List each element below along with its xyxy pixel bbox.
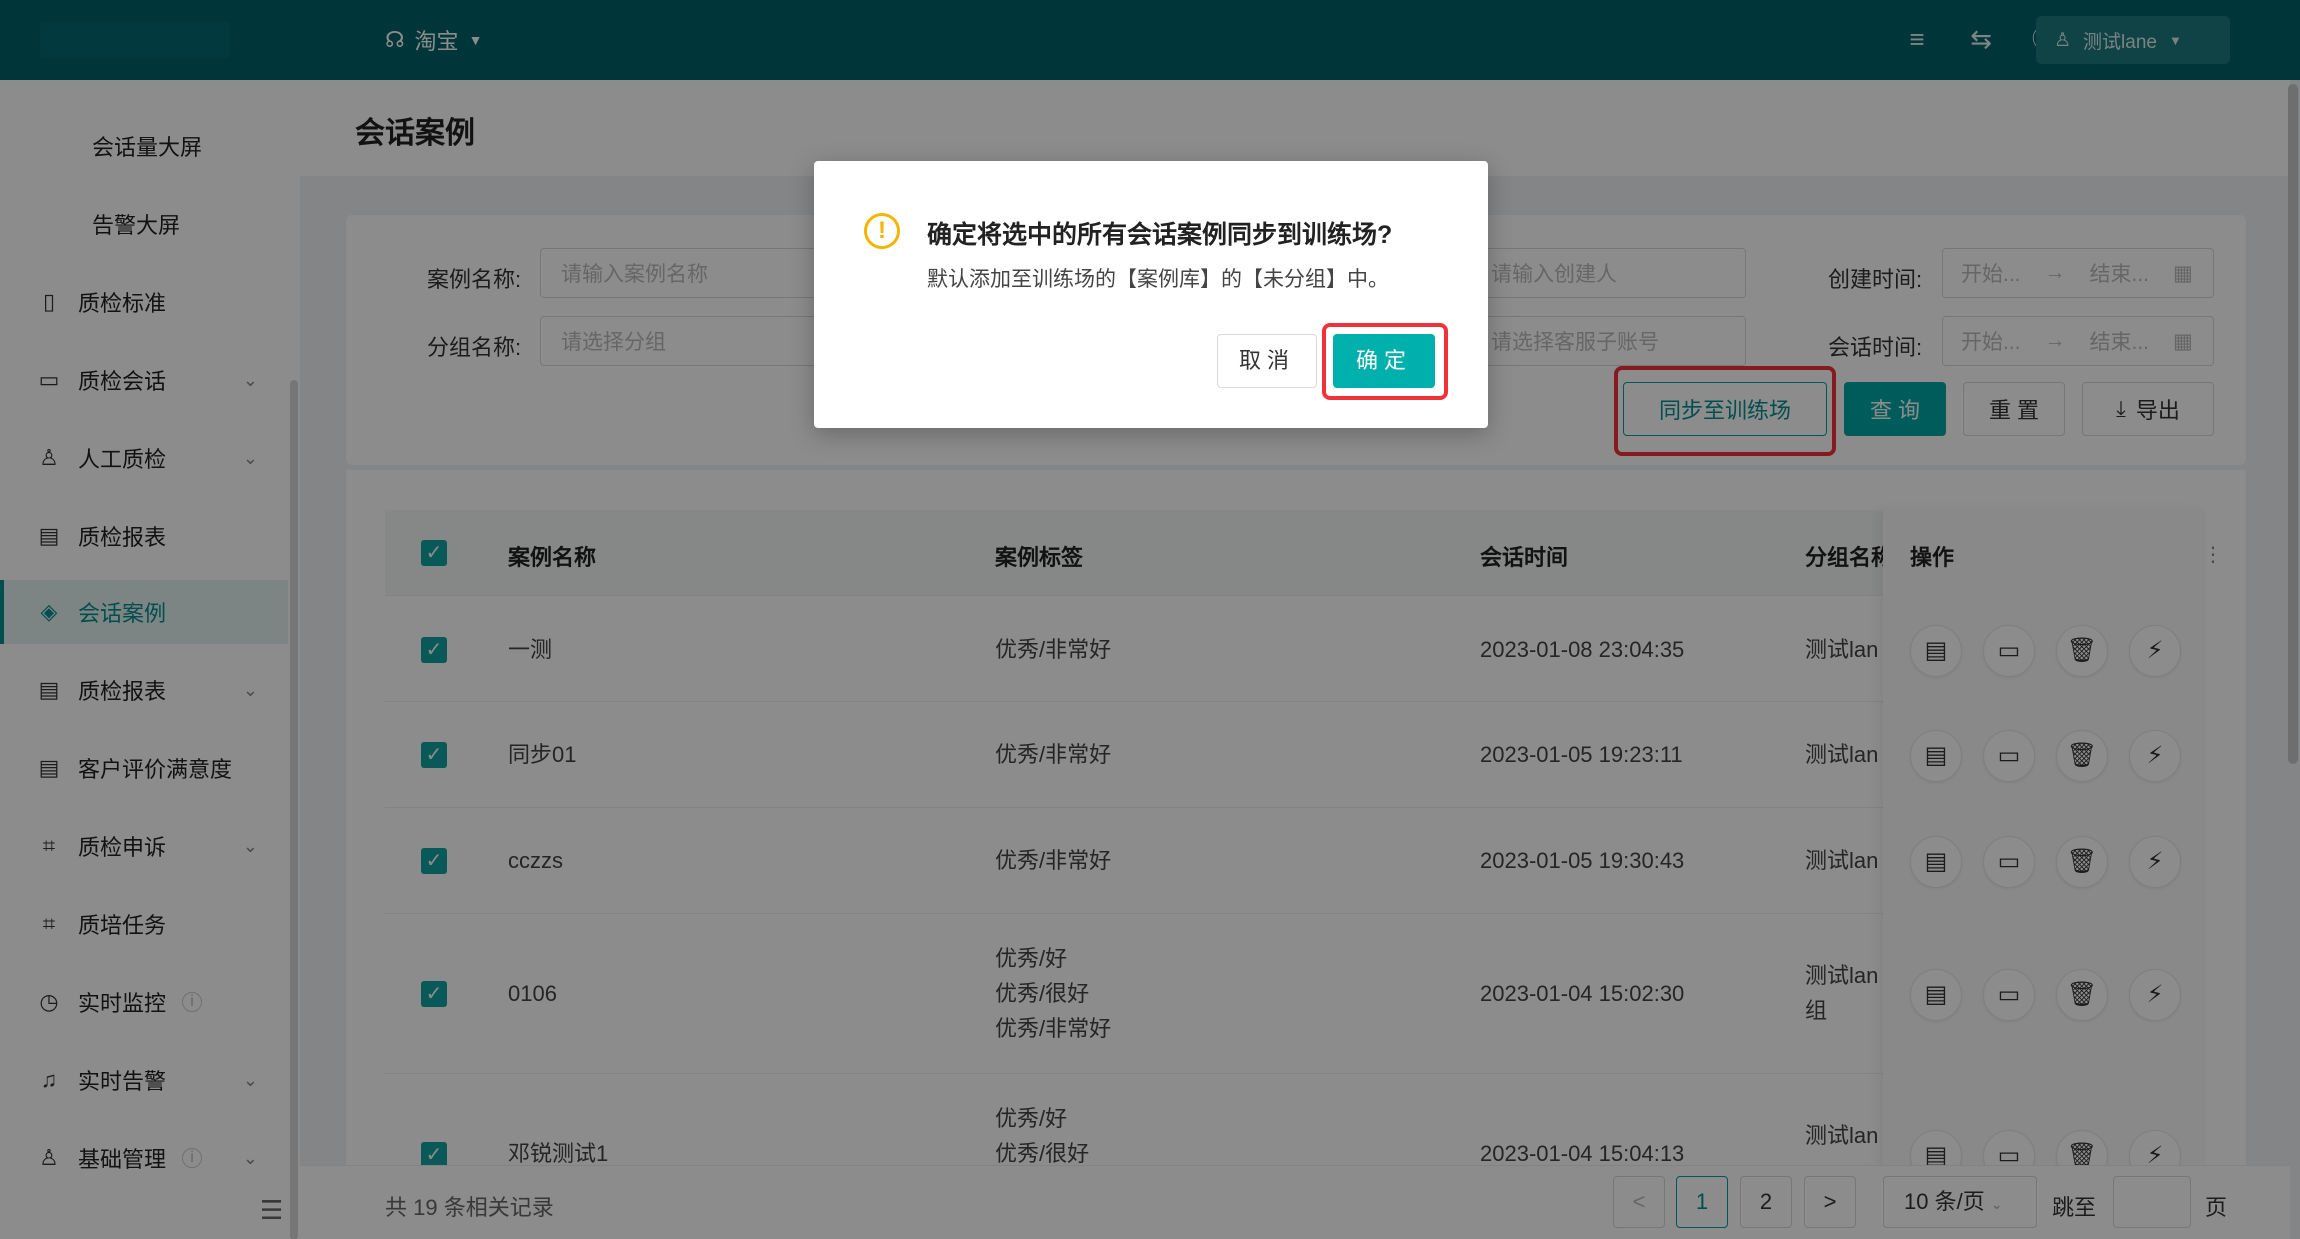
warning-icon: ! [864,213,900,249]
highlight-box [1322,323,1448,400]
confirm-dialog: ! 确定将选中的所有会话案例同步到训练场? 默认添加至训练场的【案例库】的【未分… [814,161,1488,428]
cancel-button[interactable]: 取消 [1217,334,1317,388]
dialog-description: 默认添加至训练场的【案例库】的【未分组】中。 [927,268,1389,291]
dialog-title: 确定将选中的所有会话案例同步到训练场? [927,221,1393,249]
